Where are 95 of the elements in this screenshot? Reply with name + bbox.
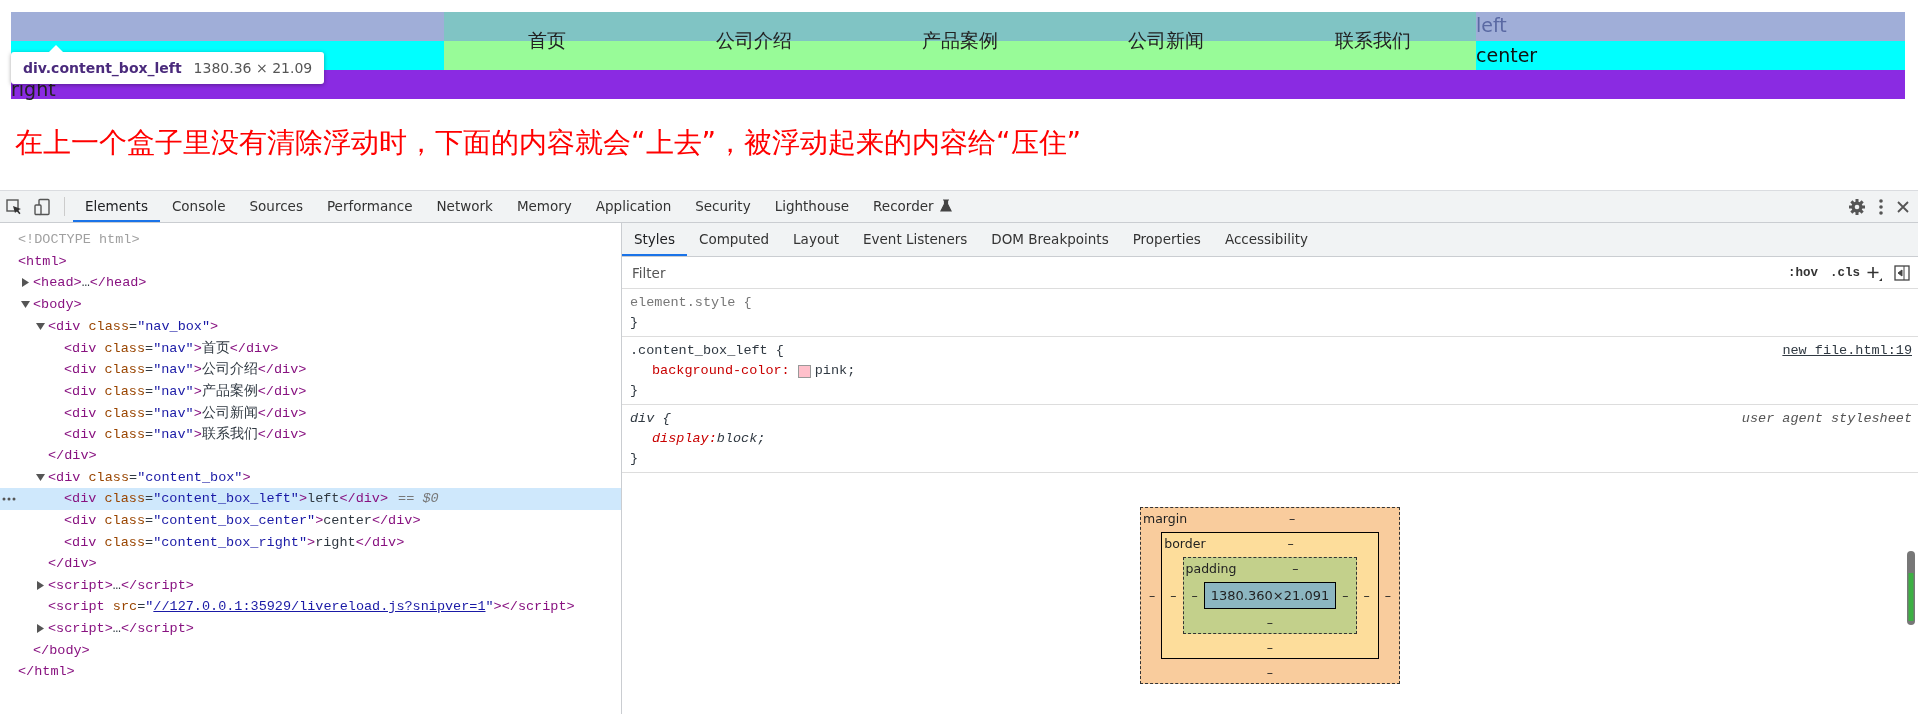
more-options-icon[interactable] <box>1878 197 1884 216</box>
code-line: <head>…</head> <box>33 275 147 291</box>
source-link[interactable]: new_file.html:19 <box>1782 341 1912 361</box>
close-icon[interactable] <box>1896 199 1910 214</box>
code-line: <div class="nav">产品案例</div> <box>64 382 307 400</box>
code-line: <script src="//127.0.0.1:35929/livereload.js?snipver=1"></script> <box>48 599 575 615</box>
panel-tab[interactable]: Elements <box>73 191 160 222</box>
css-brace: } <box>630 382 640 400</box>
code-line: <div class="content_box_left">left</div> <box>64 491 389 507</box>
code-line: <div class="content_box"> <box>48 469 251 485</box>
collapsed-arrow-icon[interactable] <box>21 278 30 288</box>
box-value: – <box>1286 536 1295 551</box>
plus-icon[interactable] <box>1866 264 1882 281</box>
code-line: <div class="content_box_center">center</div> <box>64 513 421 528</box>
code-line: </html> <box>18 664 75 680</box>
box-value: – <box>1287 511 1297 526</box>
box-value: – <box>1190 588 1199 603</box>
code-line: <body> <box>33 297 82 313</box>
panel-tab[interactable]: Network <box>424 191 505 222</box>
code-line: <div class="content_box_right">right</div> <box>64 534 405 550</box>
code-line: </div> <box>48 556 97 572</box>
css-selector: .content_box_left { <box>630 342 784 360</box>
panel-tab[interactable]: Sources <box>237 191 315 222</box>
center-box: center <box>1476 41 1905 70</box>
panel-tab[interactable]: Security <box>683 191 763 222</box>
css-value: block; <box>716 430 766 448</box>
nav-link[interactable]: 公司介绍 <box>650 12 857 70</box>
nav-link[interactable]: 公司新闻 <box>1063 12 1270 70</box>
box-value: – <box>1265 639 1275 655</box>
stylesheet-source: user agent stylesheet <box>1741 410 1912 428</box>
inspect-icon[interactable] <box>5 197 23 216</box>
sidebar-tab[interactable]: DOM Breakpoints <box>979 223 1121 256</box>
code-line: <html> <box>18 253 67 269</box>
css-brace: } <box>630 450 640 468</box>
console-reference: == $0 <box>398 491 439 507</box>
panel-tab[interactable]: Console <box>159 191 238 222</box>
css-value: pink; <box>814 362 856 380</box>
panel-tab[interactable]: Performance <box>314 191 425 222</box>
code-line: <div class="nav">公司介绍</div> <box>64 361 307 379</box>
note-text: 在上一个盒子里没有清除浮动时，下面的内容就会“上去”，被浮动起来的内容给“压住” <box>15 125 1082 161</box>
sidebar-tab[interactable]: Computed <box>686 223 782 256</box>
expanded-arrow-icon[interactable] <box>36 472 45 482</box>
nav-link[interactable]: 产品案例 <box>856 12 1064 70</box>
box-value: – <box>1291 561 1300 576</box>
box-value: – <box>1362 588 1371 603</box>
css-selector: element.style { <box>630 294 752 312</box>
code-line: <!DOCTYPE html> <box>18 232 140 248</box>
css-property: display: <box>652 430 717 448</box>
ellipsis-icon[interactable] <box>2 496 16 501</box>
expanded-arrow-icon[interactable] <box>36 321 45 331</box>
code-line: <div class="nav">首页</div> <box>64 339 279 357</box>
box-value: – <box>1265 664 1275 680</box>
code-line: </div> <box>48 448 97 464</box>
content-box: 1380.360×21.091 <box>1203 582 1337 609</box>
sidebar-toggle-icon[interactable] <box>1894 264 1910 281</box>
device-icon[interactable] <box>33 197 51 216</box>
nav-link[interactable]: 联系我们 <box>1269 12 1477 70</box>
sidebar-tab[interactable]: Accessibility <box>1212 223 1320 256</box>
code-line: </body> <box>33 642 90 658</box>
source-link[interactable]: //127.0.0.1:35929/livereload.js?snipver=1 <box>153 599 486 615</box>
code-line: <div class="nav_box"> <box>48 318 219 334</box>
css-property: background-color: <box>652 362 790 380</box>
code-line: <script>…</script> <box>48 577 194 593</box>
css-selector: div { <box>630 410 671 428</box>
class-toggle[interactable]: .cls <box>1824 265 1866 280</box>
sidebar-tab[interactable]: Styles <box>622 223 687 256</box>
box-value: – <box>1341 588 1350 603</box>
code-line: <script>…</script> <box>48 621 194 636</box>
filter-field[interactable]: Filter <box>630 263 1782 282</box>
code-line: <div class="nav">公司新闻</div> <box>64 404 307 422</box>
panel-tab[interactable]: Recorder <box>861 191 965 222</box>
box-label: padding <box>1185 561 1237 576</box>
nav-link[interactable]: 首页 <box>444 12 651 70</box>
panel-tab[interactable]: Lighthouse <box>762 191 862 222</box>
code-line: <div class="nav">联系我们</div> <box>64 425 307 444</box>
expanded-arrow-icon[interactable] <box>21 300 30 310</box>
panel-tab[interactable]: Application <box>583 191 684 222</box>
panel-tab[interactable]: Memory <box>504 191 584 222</box>
sidebar-tab[interactable]: Layout <box>781 223 851 256</box>
box-value: – <box>1169 588 1178 603</box>
box-label: border <box>1164 536 1206 551</box>
settings-icon[interactable] <box>1848 197 1866 216</box>
hover-state-toggle[interactable]: :hov <box>1781 265 1824 280</box>
box-label: margin <box>1143 511 1188 526</box>
box-value: – <box>1383 588 1392 603</box>
sidebar-tab[interactable]: Properties <box>1120 223 1213 256</box>
collapsed-arrow-icon[interactable] <box>36 580 45 590</box>
box-value: – <box>1148 588 1157 603</box>
flask-icon <box>938 199 953 212</box>
left-box: left <box>1476 12 1905 41</box>
css-brace: } <box>630 314 640 332</box>
collapsed-arrow-icon[interactable] <box>36 624 45 633</box>
color-swatch[interactable] <box>797 364 811 378</box>
sidebar-tab[interactable]: Event Listeners <box>851 223 980 256</box>
box-value: – <box>1265 614 1275 630</box>
